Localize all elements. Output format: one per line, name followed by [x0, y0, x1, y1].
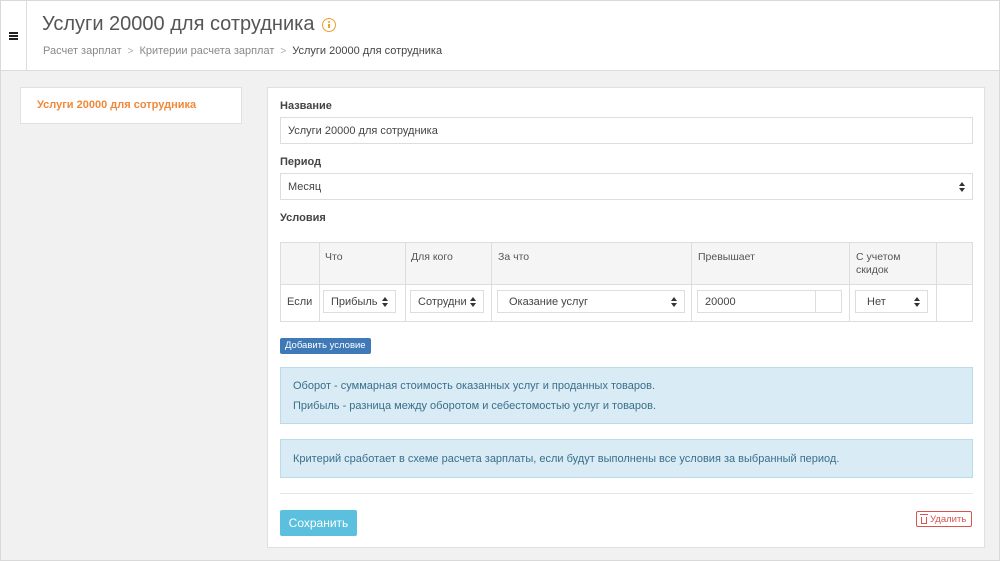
- info-profit-text: Прибыль - разница между оборотом и себес…: [293, 400, 657, 412]
- name-label: Название: [280, 100, 332, 112]
- top-header: Услуги 20000 для сотрудника Расчет зарпл…: [1, 1, 999, 71]
- condition-what-select[interactable]: Прибыль: [323, 290, 396, 313]
- sidebar-card: Услуги 20000 для сотрудника: [20, 87, 242, 124]
- condition-for-whom-value: Сотрудник: [418, 295, 467, 308]
- info-alert-definitions: Оборот - суммарная стоимость оказанных у…: [280, 367, 973, 424]
- breadcrumb: Расчет зарплат > Критерии расчета зарпла…: [43, 45, 442, 57]
- period-label: Период: [280, 156, 322, 168]
- condition-for-what-select[interactable]: Оказание услуг: [497, 290, 685, 313]
- info-icon[interactable]: [322, 17, 337, 32]
- info-alert-criterion: Критерий сработает в схеме расчета зарпл…: [280, 439, 973, 478]
- column-header-discounts: С учетом скидок: [856, 251, 901, 276]
- app-frame: Услуги 20000 для сотрудника Расчет зарпл…: [0, 0, 1000, 561]
- criterion-form-panel: Название Период Месяц Условия Что Для ко…: [267, 87, 985, 548]
- condition-what-value: Прибыль: [331, 295, 378, 308]
- conditions-table: Что Для кого За что Превышает С учетом с…: [280, 242, 973, 322]
- condition-for-what-value: Оказание услуг: [509, 295, 588, 308]
- page-title-text: Услуги 20000 для сотрудника: [42, 13, 315, 35]
- form-divider: [280, 493, 973, 494]
- condition-row-prefix: Если: [287, 296, 313, 308]
- condition-for-whom-select[interactable]: Сотрудник: [410, 290, 484, 313]
- name-input[interactable]: [280, 117, 973, 144]
- condition-exceeds-extra-input[interactable]: [815, 290, 842, 313]
- conditions-label: Условия: [280, 212, 326, 224]
- condition-discounts-value: Нет: [867, 295, 886, 308]
- condition-exceeds-input[interactable]: [697, 290, 816, 313]
- select-arrows-icon: [382, 296, 388, 307]
- select-arrows-icon: [470, 296, 476, 307]
- select-arrows-icon: [914, 296, 920, 307]
- breadcrumb-separator: >: [280, 45, 287, 57]
- column-header-for-what: За что: [498, 251, 530, 263]
- add-condition-button[interactable]: Добавить условие: [280, 338, 371, 354]
- page-title: Услуги 20000 для сотрудника: [42, 13, 337, 36]
- select-arrows-icon: [671, 296, 677, 307]
- select-arrows-icon: [959, 181, 965, 192]
- condition-discounts-select[interactable]: Нет: [855, 290, 928, 313]
- delete-button-label: Удалить: [930, 513, 967, 525]
- menu-toggle-button[interactable]: [1, 1, 27, 70]
- period-select-value: Месяц: [288, 180, 322, 193]
- column-header-what: Что: [325, 251, 343, 263]
- period-select[interactable]: Месяц: [280, 173, 973, 200]
- breadcrumb-item-current: Услуги 20000 для сотрудника: [292, 45, 443, 57]
- info-criterion-text: Критерий сработает в схеме расчета зарпл…: [293, 453, 840, 465]
- column-header-exceeds: Превышает: [698, 251, 755, 263]
- save-button[interactable]: Сохранить: [280, 510, 357, 536]
- sidebar-item-criterion[interactable]: Услуги 20000 для сотрудника: [37, 99, 196, 111]
- breadcrumb-item-criteria[interactable]: Критерии расчета зарплат: [139, 45, 274, 57]
- column-header-for-whom: Для кого: [411, 251, 453, 263]
- delete-button[interactable]: Удалить: [916, 511, 973, 527]
- breadcrumb-separator: >: [127, 45, 134, 57]
- info-turnover-text: Оборот - суммарная стоимость оказанных у…: [293, 380, 656, 392]
- trash-icon: [920, 513, 928, 524]
- breadcrumb-item-salary[interactable]: Расчет зарплат: [43, 45, 122, 57]
- hamburger-icon: [9, 32, 18, 40]
